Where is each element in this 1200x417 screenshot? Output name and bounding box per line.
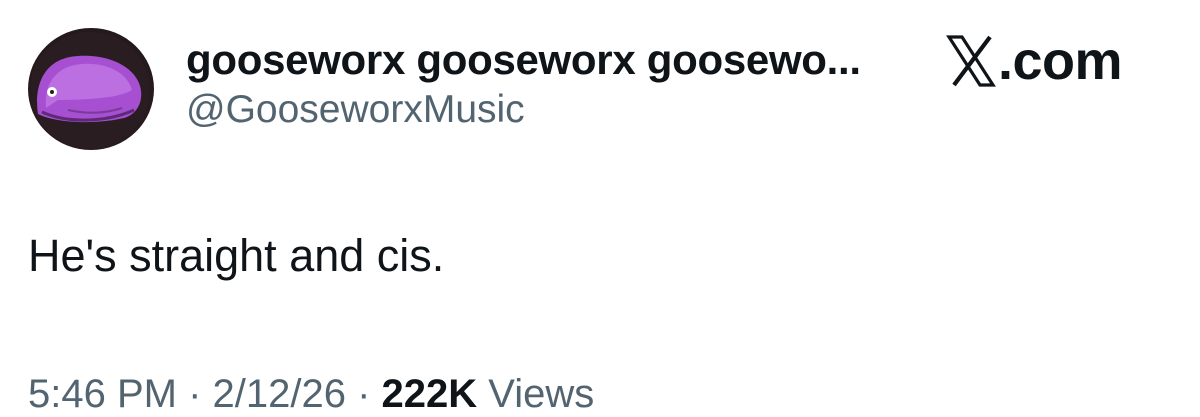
views-count: 222K xyxy=(381,372,478,416)
avatar-creature-image xyxy=(30,32,150,148)
brand-text: .com xyxy=(998,31,1123,91)
brand-watermark: .com xyxy=(946,30,1123,92)
tweet-time[interactable]: 5:46 PM xyxy=(28,372,177,416)
author-handle[interactable]: @GooseworxMusic xyxy=(186,88,525,132)
x-logo-icon xyxy=(946,35,996,87)
views-label: Views xyxy=(477,372,595,416)
meta-separator: · xyxy=(176,372,213,416)
tweet-meta: 5:46 PM · 2/12/26 · 222K Views xyxy=(28,372,594,417)
author-display-name[interactable]: gooseworx gooseworx goosewo... xyxy=(186,36,861,84)
tweet-text: He's straight and cis. xyxy=(28,230,445,281)
tweet-date[interactable]: 2/12/26 xyxy=(213,372,346,416)
meta-separator: · xyxy=(345,372,382,416)
tweet-card: gooseworx gooseworx goosewo... @Goosewor… xyxy=(0,0,1200,416)
avatar[interactable] xyxy=(28,28,154,150)
